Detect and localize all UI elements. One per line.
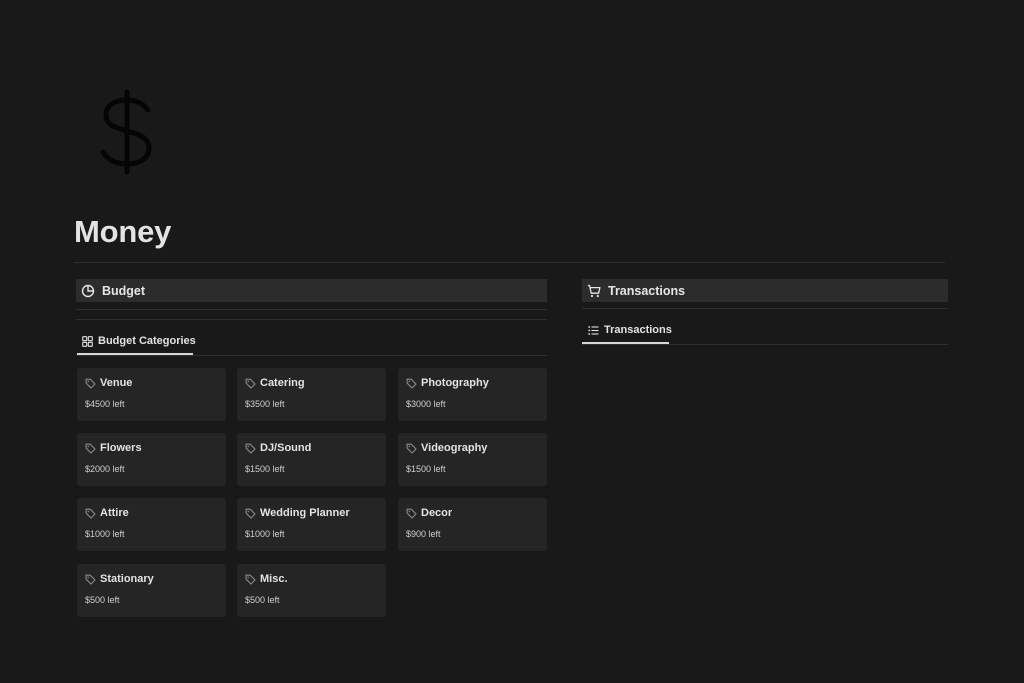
category-amount: $4500 left [85, 399, 125, 409]
dollar-sign-icon [100, 89, 152, 175]
pie-chart-icon [81, 284, 95, 298]
list-icon [588, 325, 599, 336]
budget-card[interactable]: Decor $900 left [398, 498, 547, 551]
budget-tabs-bottom-divider [76, 355, 547, 356]
category-name: Stationary [100, 573, 154, 585]
tab-budget-categories-label: Budget Categories [98, 335, 196, 347]
category-name: Photography [421, 377, 489, 389]
tag-icon [245, 443, 256, 454]
budget-section-header[interactable]: Budget [76, 279, 547, 302]
tab-transactions-label: Transactions [604, 324, 672, 336]
budget-tabs-top-divider [76, 319, 547, 320]
category-amount: $1500 left [406, 464, 446, 474]
budget-card[interactable]: Photography $3000 left [398, 368, 547, 421]
budget-card[interactable]: Attire $1000 left [77, 498, 226, 551]
budget-header-divider [76, 309, 547, 310]
shopping-cart-icon [587, 284, 601, 298]
tag-icon [406, 508, 417, 519]
tag-icon [406, 378, 417, 389]
budget-card[interactable]: Venue $4500 left [77, 368, 226, 421]
category-amount: $1500 left [245, 464, 285, 474]
budget-card[interactable]: Videography $1500 left [398, 433, 547, 486]
budget-card[interactable]: DJ/Sound $1500 left [237, 433, 386, 486]
transactions-section-header[interactable]: Transactions [582, 279, 948, 302]
budget-card[interactable]: Flowers $2000 left [77, 433, 226, 486]
budget-card[interactable]: Wedding Planner $1000 left [237, 498, 386, 551]
category-amount: $1000 left [245, 529, 285, 539]
tab-transactions[interactable]: Transactions [582, 318, 678, 342]
category-name: Misc. [260, 573, 288, 585]
tab-budget-categories[interactable]: Budget Categories [76, 329, 202, 353]
category-amount: $2000 left [85, 464, 125, 474]
category-name: Wedding Planner [260, 507, 350, 519]
gallery-grid-icon [82, 335, 93, 347]
category-name: DJ/Sound [260, 442, 312, 454]
transactions-tabs-divider [582, 344, 948, 345]
tag-icon [245, 574, 256, 585]
budget-card[interactable]: Stationary $500 left [77, 564, 226, 617]
category-amount: $500 left [85, 595, 120, 605]
budget-header-label: Budget [102, 283, 146, 298]
page-title: Money [74, 214, 172, 249]
category-amount: $900 left [406, 529, 441, 539]
category-name: Attire [100, 507, 129, 519]
category-amount: $3000 left [406, 399, 446, 409]
category-amount: $3500 left [245, 399, 285, 409]
tag-icon [85, 443, 96, 454]
category-name: Decor [421, 507, 453, 519]
budget-card[interactable]: Catering $3500 left [237, 368, 386, 421]
title-divider [74, 262, 945, 263]
tag-icon [85, 378, 96, 389]
transactions-header-divider [582, 308, 948, 309]
transactions-header-label: Transactions [608, 283, 686, 298]
tag-icon [245, 378, 256, 389]
category-name: Videography [421, 442, 488, 454]
category-name: Venue [100, 377, 133, 389]
category-amount: $500 left [245, 595, 280, 605]
tag-icon [245, 508, 256, 519]
tag-icon [406, 443, 417, 454]
category-name: Flowers [100, 442, 142, 454]
tag-icon [85, 508, 96, 519]
category-amount: $1000 left [85, 529, 125, 539]
category-name: Catering [260, 377, 305, 389]
budget-card[interactable]: Misc. $500 left [237, 564, 386, 617]
tag-icon [85, 574, 96, 585]
